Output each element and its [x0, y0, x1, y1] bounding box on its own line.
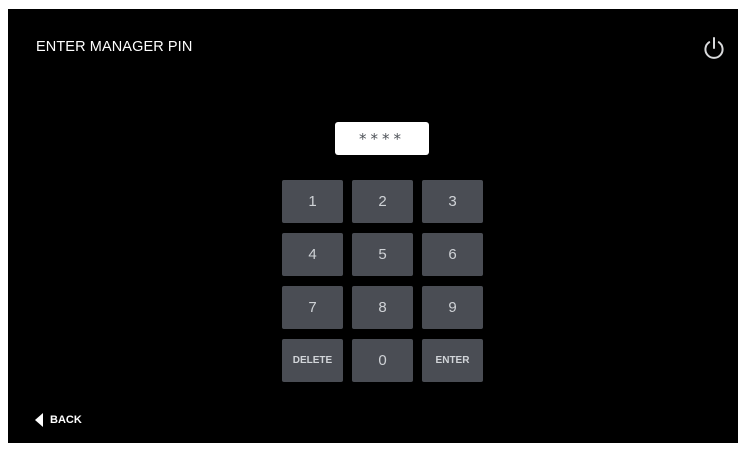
pin-display: ****	[335, 122, 429, 155]
enter-button[interactable]: ENTER	[422, 339, 483, 382]
keypad: 1 2 3 4 5 6 7 8 9 DELETE 0 ENTER	[282, 180, 483, 382]
key-0[interactable]: 0	[352, 339, 413, 382]
key-8[interactable]: 8	[352, 286, 413, 329]
key-5[interactable]: 5	[352, 233, 413, 276]
key-7[interactable]: 7	[282, 286, 343, 329]
key-2[interactable]: 2	[352, 180, 413, 223]
power-icon	[704, 37, 724, 59]
key-3[interactable]: 3	[422, 180, 483, 223]
key-9[interactable]: 9	[422, 286, 483, 329]
page-title: ENTER MANAGER PIN	[36, 39, 193, 55]
triangle-left-icon	[35, 413, 43, 427]
key-4[interactable]: 4	[282, 233, 343, 276]
delete-button[interactable]: DELETE	[282, 339, 343, 382]
back-button[interactable]: BACK	[35, 413, 82, 427]
power-button[interactable]	[701, 35, 727, 61]
key-1[interactable]: 1	[282, 180, 343, 223]
back-label: BACK	[50, 414, 82, 426]
pin-screen: ENTER MANAGER PIN **** 1 2 3 4 5 6 7 8 9…	[8, 9, 738, 443]
key-6[interactable]: 6	[422, 233, 483, 276]
